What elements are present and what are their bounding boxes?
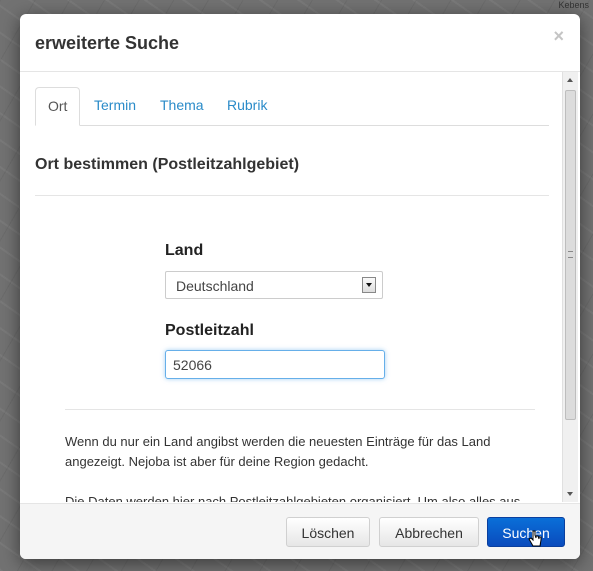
country-select-value: Deutschland [176,278,254,294]
dropdown-arrow-icon[interactable] [362,277,376,293]
postcode-input[interactable] [165,350,385,379]
cancel-button[interactable]: Abbrechen [379,517,479,547]
tab-ort[interactable]: Ort [35,87,81,126]
vertical-scrollbar[interactable] [562,72,578,502]
scroll-thumb[interactable] [565,90,576,420]
tab-thema[interactable]: Thema [146,87,218,124]
scroll-grip-icon [568,251,573,258]
country-label: Land [165,242,204,259]
dialog-title: erweiterte Suche [35,33,180,53]
dialog-body: Ort Termin Thema Rubrik Ort bestimmen (P… [20,72,580,502]
info-paragraph-2: Die Daten werden hier nach Postleitzahlg… [65,494,521,502]
postcode-label: Postleitzahl [165,322,254,339]
map-label: Kebens [558,0,589,10]
scroll-down-arrow-icon[interactable] [567,492,573,496]
search-button[interactable]: Suchen [487,517,565,547]
country-select[interactable]: Deutschland [165,271,383,299]
search-tabs: Ort Termin Thema Rubrik [35,87,549,126]
tab-termin[interactable]: Termin [80,87,150,124]
dialog-footer: Löschen Abbrechen Suchen [20,503,580,559]
dialog-header: erweiterte Suche × [20,14,580,72]
tab-rubrik[interactable]: Rubrik [213,87,281,124]
section-title: Ort bestimmen (Postleitzahlgebiet) [35,156,300,173]
info-paragraph-1: Wenn du nur ein Land angibst werden die … [65,434,491,469]
divider [35,195,549,196]
hand-cursor-icon [528,530,542,547]
advanced-search-dialog: erweiterte Suche × Ort Termin Thema Rubr… [20,14,580,559]
divider [65,409,535,410]
clear-button[interactable]: Löschen [286,517,370,547]
scroll-up-arrow-icon[interactable] [567,78,573,82]
close-icon[interactable]: × [553,26,564,47]
